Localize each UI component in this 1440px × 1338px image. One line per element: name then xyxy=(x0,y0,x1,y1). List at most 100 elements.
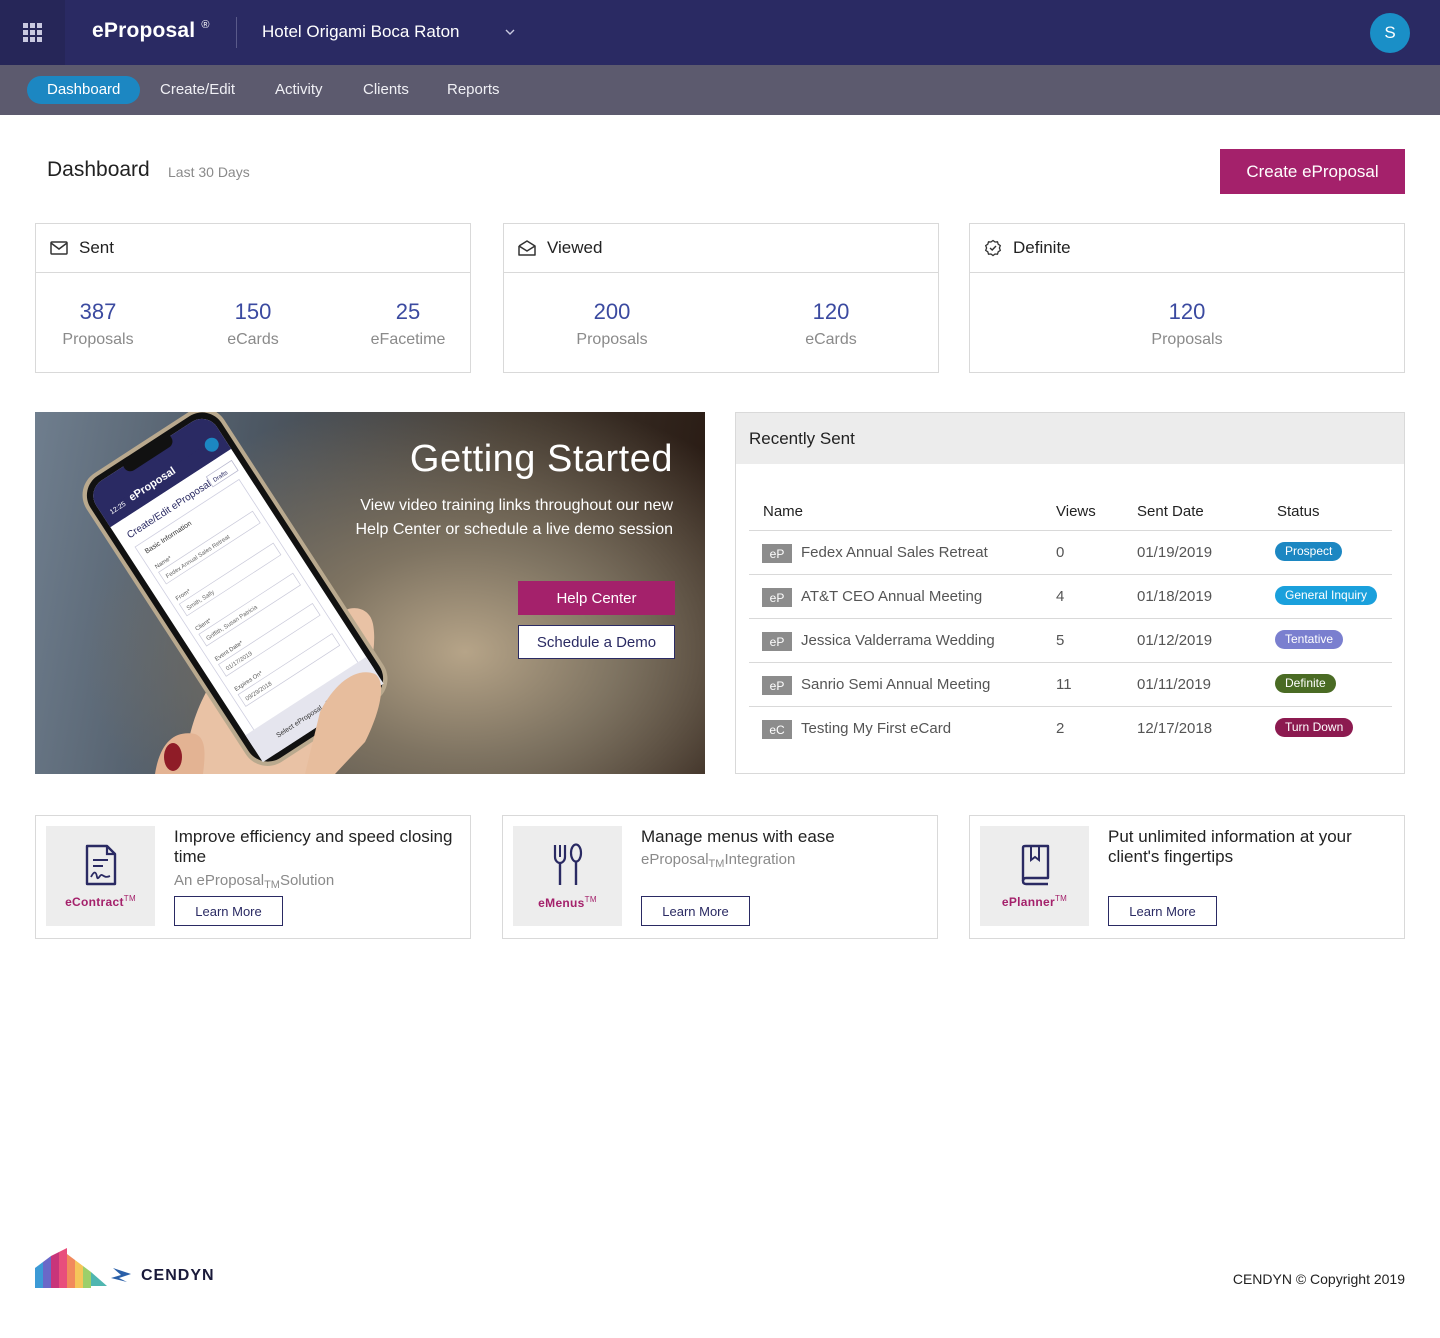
eplanner-tile: ePlannerTM xyxy=(980,826,1089,926)
row-name[interactable]: Testing My First eCard xyxy=(801,720,951,737)
type-tag: eP xyxy=(762,676,792,695)
row-date: 01/11/2019 xyxy=(1137,676,1211,693)
econtract-product-name: eContractTM xyxy=(65,893,136,909)
stat-definite-proposals[interactable]: 120 Proposals xyxy=(1117,299,1257,349)
eplanner-product-name: ePlannerTM xyxy=(1001,893,1068,909)
column-status[interactable]: Status xyxy=(1277,503,1320,520)
stat-viewed-ecards[interactable]: 120 eCards xyxy=(761,299,901,349)
viewed-card: Viewed 200 Proposals 120 eCards xyxy=(503,223,939,373)
nav-create-edit[interactable]: Create/Edit xyxy=(160,76,235,104)
stat-label: Proposals xyxy=(576,331,648,348)
viewed-card-title: Viewed xyxy=(547,238,603,257)
econtract-title: Improve efficiency and speed closing tim… xyxy=(174,827,453,866)
contract-document-icon xyxy=(85,844,116,885)
row-name[interactable]: Sanrio Semi Annual Meeting xyxy=(801,676,990,693)
brand-logo[interactable]: eProposal ® xyxy=(92,19,210,43)
fork-spoon-icon xyxy=(553,842,582,885)
row-name[interactable]: Fedex Annual Sales Retreat xyxy=(801,544,988,561)
type-tag: eP xyxy=(762,544,792,563)
cendyn-logo-text: CENDYN xyxy=(141,1267,215,1284)
recently-sent-title: Recently Sent xyxy=(736,413,1404,464)
eplanner-learn-more-button[interactable]: Learn More xyxy=(1108,896,1217,926)
user-avatar[interactable]: S xyxy=(1370,13,1410,53)
row-views: 2 xyxy=(1056,720,1065,737)
schedule-demo-button[interactable]: Schedule a Demo xyxy=(518,625,675,659)
emenus-title: Manage menus with ease xyxy=(641,827,835,846)
nav-dashboard[interactable]: Dashboard xyxy=(27,76,141,104)
row-views: 4 xyxy=(1056,588,1065,605)
app-launcher-button[interactable] xyxy=(0,0,65,65)
row-name[interactable]: AT&T CEO Annual Meeting xyxy=(801,588,982,605)
stat-sent-ecards[interactable]: 150 eCards xyxy=(183,299,323,349)
help-center-button[interactable]: Help Center xyxy=(518,581,675,615)
type-tag: eP xyxy=(762,588,792,607)
stat-value: 25 xyxy=(395,299,421,324)
period-label: Last 30 Days xyxy=(168,164,250,180)
main-nav: Dashboard Create/Edit Activity Clients R… xyxy=(0,65,1440,115)
table-row[interactable]: eP Fedex Annual Sales Retreat 0 01/19/20… xyxy=(749,531,1392,575)
create-eproposal-button[interactable]: Create eProposal xyxy=(1220,149,1405,194)
app-grid-icon xyxy=(23,23,42,42)
sent-card-title: Sent xyxy=(79,238,114,257)
column-name[interactable]: Name xyxy=(763,503,803,520)
emenus-subtitle: eProposalTMIntegration xyxy=(641,851,796,870)
sent-card: Sent 387 Proposals 150 eCards 25 eFacetime xyxy=(35,223,471,373)
envelope-icon xyxy=(50,241,68,255)
emenus-learn-more-button[interactable]: Learn More xyxy=(641,896,750,926)
row-views: 5 xyxy=(1056,632,1065,649)
recently-sent-table: Name Views Sent Date Status eP Fedex Ann… xyxy=(749,495,1392,751)
status-badge: Turn Down xyxy=(1275,718,1354,737)
row-views: 0 xyxy=(1056,544,1065,561)
recently-sent-panel: Recently Sent Name Views Sent Date Statu… xyxy=(735,412,1405,774)
hero-title: Getting Started xyxy=(409,438,673,480)
getting-started-banner: 12:25 eProposal Create/Edit eProposal Dr… xyxy=(35,412,705,774)
nav-clients[interactable]: Clients xyxy=(363,76,409,104)
header-divider xyxy=(236,17,237,48)
nav-reports[interactable]: Reports xyxy=(447,76,500,104)
definite-card-title: Definite xyxy=(1013,238,1071,257)
econtract-subtitle: An eProposalTMSolution xyxy=(174,872,335,891)
econtract-learn-more-button[interactable]: Learn More xyxy=(174,896,283,926)
property-selector[interactable]: Hotel Origami Boca Raton xyxy=(262,22,459,42)
column-views[interactable]: Views xyxy=(1056,503,1096,520)
stat-value: 120 xyxy=(1168,299,1206,324)
table-row[interactable]: eC Testing My First eCard 2 12/17/2018 T… xyxy=(749,707,1392,751)
econtract-promo-card: eContractTM Improve efficiency and speed… xyxy=(35,815,471,939)
stat-label: Proposals xyxy=(62,331,134,348)
stat-sent-efacetime[interactable]: 25 eFacetime xyxy=(338,299,478,349)
table-row[interactable]: eP Sanrio Semi Annual Meeting 11 01/11/2… xyxy=(749,663,1392,707)
stat-value: 150 xyxy=(234,299,272,324)
table-row[interactable]: eP Jessica Valderrama Wedding 5 01/12/20… xyxy=(749,619,1392,663)
status-badge: Definite xyxy=(1275,674,1336,693)
emenus-tile: eMenusTM xyxy=(513,826,622,926)
check-badge-icon xyxy=(984,239,1002,257)
stat-value: 120 xyxy=(812,299,850,324)
sent-card-header: Sent xyxy=(36,224,470,273)
table-header: Name Views Sent Date Status xyxy=(749,495,1392,531)
top-bar: eProposal ® Hotel Origami Boca Raton S xyxy=(0,0,1440,65)
stat-value: 387 xyxy=(79,299,117,324)
hero-description: View video training links throughout our… xyxy=(355,497,674,538)
definite-card: Definite 120 Proposals xyxy=(969,223,1405,373)
stat-label: eFacetime xyxy=(370,331,446,348)
stat-sent-proposals[interactable]: 387 Proposals xyxy=(28,299,168,349)
planner-book-icon xyxy=(1021,844,1049,885)
eplanner-title: Put unlimited information at your client… xyxy=(1108,827,1352,866)
stat-label: eCards xyxy=(227,331,279,348)
nav-activity[interactable]: Activity xyxy=(275,76,323,104)
econtract-tile: eContractTM xyxy=(46,826,155,926)
emenus-product-name: eMenusTM xyxy=(538,894,597,910)
viewed-card-header: Viewed xyxy=(504,224,938,273)
stat-viewed-proposals[interactable]: 200 Proposals xyxy=(542,299,682,349)
stat-label: Proposals xyxy=(1151,331,1223,348)
row-name[interactable]: Jessica Valderrama Wedding xyxy=(801,632,995,649)
column-sent-date[interactable]: Sent Date xyxy=(1137,503,1204,520)
eplanner-promo-card: ePlannerTM Put unlimited information at … xyxy=(969,815,1405,939)
table-row[interactable]: eP AT&T CEO Annual Meeting 4 01/18/2019 … xyxy=(749,575,1392,619)
row-date: 01/19/2019 xyxy=(1137,544,1213,561)
chevron-down-icon[interactable] xyxy=(505,27,515,37)
open-envelope-icon xyxy=(518,240,536,256)
row-date: 01/18/2019 xyxy=(1137,588,1213,605)
type-tag: eP xyxy=(762,632,792,651)
stat-label: eCards xyxy=(805,331,857,348)
